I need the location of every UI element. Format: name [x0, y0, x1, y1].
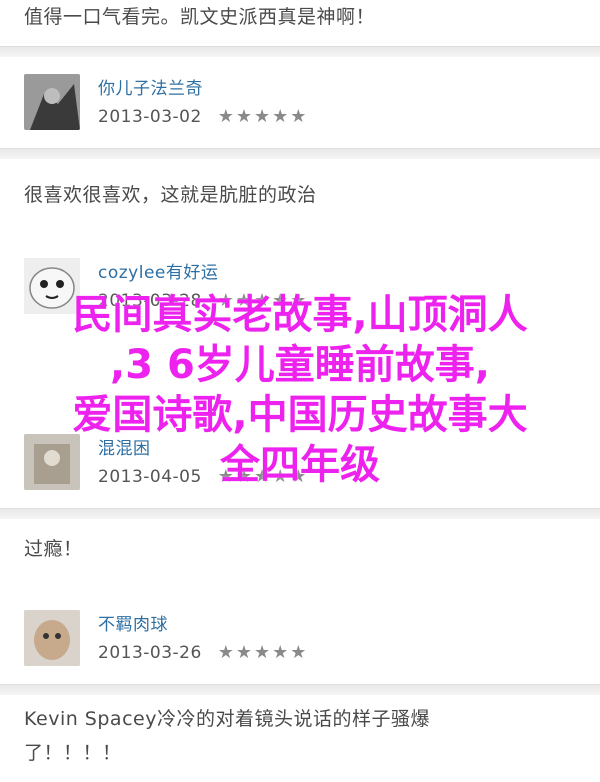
comment-text: 很喜欢很喜欢，这就是肮脏的政治: [24, 184, 317, 206]
comment-text: 过瘾！: [24, 538, 83, 560]
avatar[interactable]: [24, 610, 80, 666]
comment-meta: 2013-03-26 ★★★★★: [98, 642, 308, 663]
comment-date: 2013-03-02: [98, 107, 202, 127]
comment-author-row[interactable]: 你儿子法兰奇 2013-03-02 ★★★★★: [24, 70, 584, 140]
overlay-line: ,3 6岁儿童睡前故事,: [110, 342, 490, 388]
username[interactable]: cozylee有好运: [98, 258, 218, 283]
comment-date: 2013-03-26: [98, 643, 202, 663]
overlay-line: 民间真实老故事,山顶洞人: [72, 292, 528, 338]
username[interactable]: 不羁肉球: [98, 610, 168, 635]
overlay-headline: 民间真实老故事,山顶洞人 ,3 6岁儿童睡前故事, 爱国诗歌,中国历史故事大 全…: [0, 290, 600, 490]
comment-author-row[interactable]: 不羁肉球 2013-03-26 ★★★★★: [24, 606, 584, 676]
comment-feed: 值得一口气看完。凯文史派西真是神啊！ 你儿子法兰奇 2013-03-02 ★★★…: [0, 0, 600, 782]
avatar[interactable]: [24, 74, 80, 130]
overlay-line: 全四年级: [220, 442, 380, 488]
divider: [0, 46, 600, 57]
divider: [0, 684, 600, 695]
divider: [0, 148, 600, 159]
divider: [0, 508, 600, 519]
rating-stars: ★★★★★: [217, 106, 309, 127]
username[interactable]: 你儿子法兰奇: [98, 74, 203, 99]
comment-meta: 2013-03-02 ★★★★★: [98, 106, 308, 127]
rating-stars: ★★★★★: [217, 642, 309, 663]
overlay-line: 爱国诗歌,中国历史故事大: [72, 392, 528, 438]
comment-text: Kevin Spacey冷冷的对着镜头说话的样子骚爆: [24, 708, 430, 730]
comment-text-continued: 了！！！！: [24, 742, 122, 764]
comment-text: 值得一口气看完。凯文史派西真是神啊！: [24, 6, 376, 28]
